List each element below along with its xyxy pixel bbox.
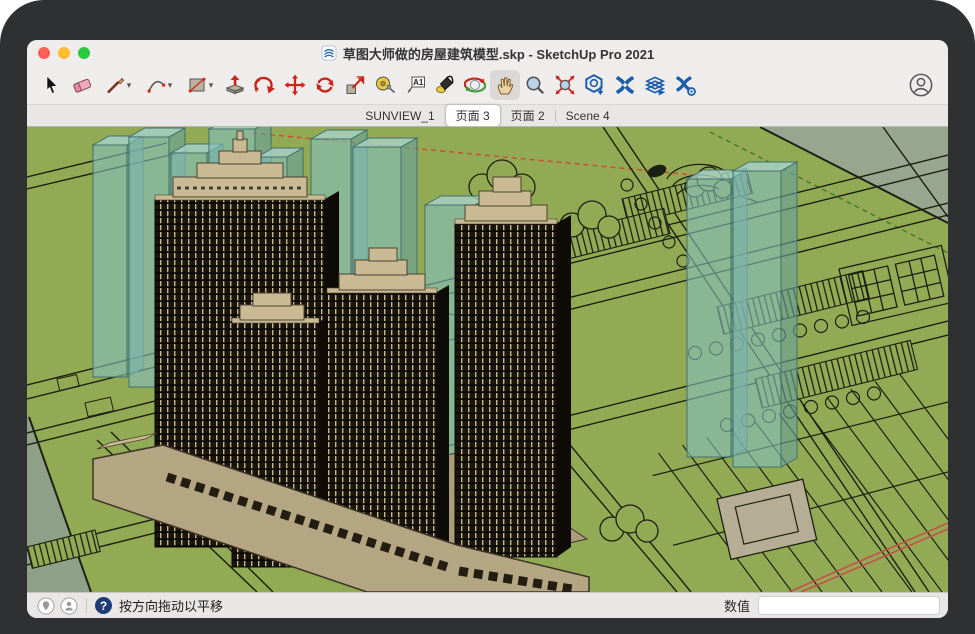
scale-icon [344, 74, 366, 96]
orbit-tool-button[interactable] [460, 70, 490, 100]
eraser-tool-button[interactable] [67, 70, 97, 100]
tower-4 [455, 177, 571, 557]
toolbar: ▾ ▾ ▾ [27, 66, 948, 104]
warehouse-3d-icon [583, 73, 607, 97]
extension-manager-button[interactable] [670, 70, 700, 100]
move-icon [284, 74, 306, 96]
paint-bucket-tool-button[interactable] [430, 70, 460, 100]
tape-measure-tool-button[interactable] [370, 70, 400, 100]
statusbar: ? 按方向拖动以平移 数值 [27, 592, 948, 618]
text-label-icon: A1 [404, 74, 426, 96]
orbit-icon [464, 74, 486, 96]
rectangle-icon [186, 74, 208, 96]
scale-tool-button[interactable] [340, 70, 370, 100]
get-models-button[interactable] [580, 70, 610, 100]
help-icon[interactable]: ? [95, 597, 112, 614]
followme-tool-button[interactable] [250, 70, 280, 100]
geolocation-button[interactable] [37, 597, 55, 615]
arc-icon [145, 74, 167, 96]
close-button[interactable] [38, 47, 50, 59]
rotate-icon [314, 74, 336, 96]
geolocation-icon [37, 597, 55, 615]
pan-tool-button[interactable] [490, 70, 520, 100]
line-tool-button[interactable]: ▾ [97, 70, 138, 100]
account-button[interactable] [906, 70, 936, 100]
sketchup-logo-icon [321, 45, 337, 61]
measurements-input[interactable] [758, 596, 940, 615]
select-cursor-icon [41, 74, 63, 96]
sketchup-window: 草图大师做的房屋建筑模型.skp - SketchUp Pro 2021 [27, 40, 948, 618]
status-divider [86, 598, 87, 613]
credits-person-icon [60, 597, 78, 615]
tab-sunview-1[interactable]: SUNVIEW_1 [355, 107, 444, 125]
account-circle-icon [908, 72, 934, 98]
credits-button[interactable] [60, 597, 78, 615]
arc-tool-button[interactable]: ▾ [138, 70, 179, 100]
tab-scene-4[interactable]: Scene 4 [556, 107, 620, 125]
traffic-lights [38, 47, 90, 59]
titlebar: 草图大师做的房屋建筑模型.skp - SketchUp Pro 2021 [27, 40, 948, 66]
extension-manager-icon [673, 73, 697, 97]
rotate-tool-button[interactable] [310, 70, 340, 100]
extension-warehouse-button[interactable] [610, 70, 640, 100]
send-to-layout-button[interactable] [640, 70, 670, 100]
pan-hand-icon [494, 74, 516, 96]
paint-bucket-icon [434, 74, 456, 96]
extension-warehouse-x-icon [613, 73, 637, 97]
rectangle-tool-caret[interactable]: ▾ [209, 80, 214, 91]
model-viewport[interactable] [27, 127, 948, 592]
zoom-extents-tool-button[interactable] [550, 70, 580, 100]
tape-measure-icon [374, 74, 396, 96]
followme-icon [254, 74, 276, 96]
pencil-line-icon [104, 74, 126, 96]
zoom-tool-button[interactable] [520, 70, 550, 100]
pushpull-icon [224, 74, 246, 96]
zoom-magnifier-icon [524, 74, 546, 96]
measurements-label: 数值 [724, 596, 750, 615]
window-title: 草图大师做的房屋建筑模型.skp - SketchUp Pro 2021 [343, 44, 654, 63]
tab-page-2[interactable]: 页面 2 [501, 105, 555, 126]
eraser-icon [71, 74, 93, 96]
minimize-button[interactable] [58, 47, 70, 59]
pushpull-tool-button[interactable] [220, 70, 250, 100]
select-tool-button[interactable] [37, 70, 67, 100]
send-to-layout-layers-icon [643, 73, 667, 97]
page: 草图大师做的房屋建筑模型.skp - SketchUp Pro 2021 [0, 0, 975, 634]
rectangle-tool-button[interactable]: ▾ [179, 70, 220, 100]
scene-tabs: SUNVIEW_1 页面 3 页面 2 Scene 4 [27, 104, 948, 127]
status-message: 按方向拖动以平移 [119, 596, 223, 615]
model-scene [27, 127, 948, 592]
tab-page-3[interactable]: 页面 3 [445, 104, 501, 127]
zoom-extents-icon [554, 74, 576, 96]
zoom-window-button[interactable] [78, 47, 90, 59]
move-tool-button[interactable] [280, 70, 310, 100]
text-tool-button[interactable]: A1 [400, 70, 430, 100]
arc-tool-caret[interactable]: ▾ [168, 80, 173, 91]
svg-text:A1: A1 [413, 78, 424, 87]
line-tool-caret[interactable]: ▾ [127, 80, 132, 91]
